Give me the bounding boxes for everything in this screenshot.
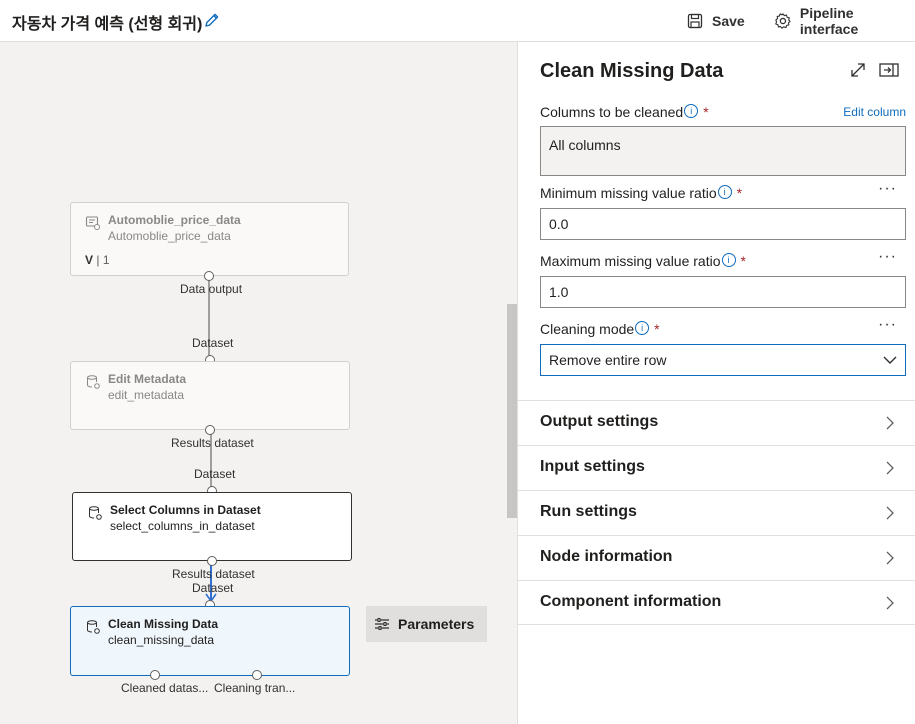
cleaning-mode-select[interactable]: Remove entire row — [540, 344, 906, 376]
info-icon[interactable]: i — [635, 321, 650, 335]
component-information-section[interactable]: Component information — [518, 580, 915, 625]
pipeline-interface-label: Pipeline interface — [799, 5, 859, 37]
port-label: Data output — [180, 282, 243, 296]
save-icon — [687, 13, 703, 29]
gear-icon — [775, 13, 791, 29]
chevron-right-icon — [886, 506, 894, 520]
node-subtitle: edit_metadata — [108, 388, 185, 402]
edit-column-link[interactable]: Edit column — [843, 105, 906, 119]
node-edit-metadata[interactable]: Edit Metadata edit_metadata — [70, 361, 350, 430]
min-ratio-label: Minimum missing value ratio i * — [540, 185, 743, 201]
component-icon — [87, 375, 100, 389]
output-settings-section[interactable]: Output settings — [518, 400, 915, 445]
properties-panel: Clean Missing Data Columns to be cleaned… — [517, 42, 915, 724]
chevron-right-icon — [886, 596, 894, 610]
input-settings-section[interactable]: Input settings — [518, 445, 915, 490]
dataset-icon — [85, 216, 100, 230]
chevron-down-icon — [883, 356, 897, 364]
max-ratio-input[interactable]: 1.0 — [540, 276, 906, 308]
pipeline-canvas[interactable]: Automoblie_price_data Automoblie_price_d… — [0, 42, 517, 724]
info-icon[interactable]: i — [721, 253, 736, 267]
chevron-right-icon — [886, 551, 894, 565]
close-panel-icon[interactable] — [878, 60, 900, 80]
node-automobile-price-data[interactable]: Automoblie_price_data Automoblie_price_d… — [70, 202, 349, 276]
top-bar: 자동차 가격 예측 (선형 회귀) Save Pipeline interfac… — [0, 0, 915, 42]
port-label: Results dataset — [171, 436, 254, 450]
min-ratio-input[interactable]: 0.0 — [540, 208, 906, 240]
port-label: Cleaned datas... — [121, 681, 209, 695]
chevron-right-icon — [886, 461, 894, 475]
info-icon[interactable]: i — [717, 185, 732, 199]
output-port[interactable] — [207, 556, 217, 566]
more-options-icon[interactable]: ··· — [878, 248, 897, 266]
node-title: Automoblie_price_data — [108, 213, 241, 227]
canvas-scrollbar[interactable] — [507, 304, 517, 518]
node-clean-missing-data[interactable]: Clean Missing Data clean_missing_data — [70, 606, 350, 676]
node-title: Select Columns in Dataset — [110, 503, 261, 517]
node-select-columns[interactable]: Select Columns in Dataset select_columns… — [72, 492, 352, 561]
save-button[interactable]: Save — [686, 10, 745, 32]
pipeline-title: 자동차 가격 예측 (선형 회귀) — [12, 16, 203, 33]
port-label: Results dataset — [172, 567, 255, 581]
port-label: Cleaning tran... — [214, 681, 296, 695]
expand-icon[interactable] — [848, 60, 868, 80]
max-ratio-label: Maximum missing value ratio i * — [540, 253, 746, 269]
save-label: Save — [712, 13, 745, 29]
cleaning-mode-label: Cleaning mode i * — [540, 321, 660, 337]
version-badge: V | 1 — [85, 253, 110, 267]
output-port[interactable] — [205, 425, 215, 435]
node-subtitle: clean_missing_data — [108, 633, 215, 647]
port-label: Dataset — [192, 336, 234, 350]
more-options-icon[interactable]: ··· — [878, 316, 897, 334]
columns-field[interactable]: All columns — [540, 126, 906, 176]
columns-label: Columns to be cleaned i * — [540, 104, 709, 120]
parameters-label: Parameters — [398, 616, 475, 632]
panel-title: Clean Missing Data — [540, 60, 724, 82]
node-title: Clean Missing Data — [108, 617, 219, 631]
chevron-right-icon — [886, 416, 894, 430]
node-title: Edit Metadata — [108, 372, 187, 386]
pipeline-interface-button[interactable]: Pipeline interface — [774, 5, 915, 37]
output-port[interactable] — [252, 670, 262, 680]
output-port[interactable] — [150, 670, 160, 680]
port-label: Dataset — [194, 467, 236, 481]
component-icon — [89, 506, 102, 520]
node-subtitle: Automoblie_price_data — [108, 229, 231, 243]
output-port[interactable] — [204, 271, 214, 281]
node-subtitle: select_columns_in_dataset — [110, 519, 255, 533]
component-icon — [87, 620, 100, 634]
parameters-button[interactable]: Parameters — [366, 606, 487, 642]
node-information-section[interactable]: Node information — [518, 535, 915, 580]
info-icon[interactable]: i — [684, 104, 699, 118]
more-options-icon[interactable]: ··· — [878, 180, 897, 198]
sliders-icon — [375, 618, 389, 630]
run-settings-section[interactable]: Run settings — [518, 490, 915, 535]
edit-pencil-icon[interactable] — [203, 11, 221, 29]
